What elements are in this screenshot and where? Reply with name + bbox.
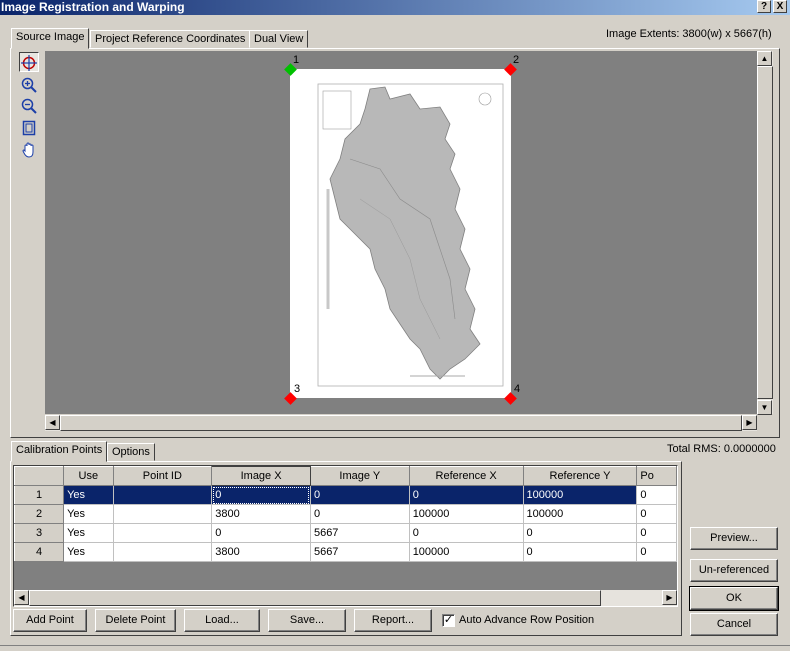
cell-reference-x[interactable]: 0 — [409, 485, 524, 505]
table-row[interactable]: 1 Yes 0 0 0 100000 0 — [14, 485, 677, 505]
cell-reference-x[interactable]: 100000 — [409, 504, 524, 524]
cell-po[interactable]: 0 — [636, 485, 677, 505]
crosshair-icon — [21, 55, 37, 71]
cell-po[interactable]: 0 — [636, 504, 677, 524]
preview-button[interactable]: Preview... — [690, 527, 778, 550]
cell-point-id[interactable] — [113, 523, 213, 543]
report-button[interactable]: Report... — [354, 609, 432, 632]
zoom-out-icon — [21, 98, 37, 114]
source-image — [290, 69, 511, 398]
scroll-up-button[interactable]: ▲ — [757, 51, 772, 66]
corner-header — [14, 466, 65, 486]
unreferenced-button[interactable]: Un-referenced — [690, 559, 778, 582]
cell-reference-y[interactable]: 0 — [523, 523, 638, 543]
column-header-use[interactable]: Use — [63, 466, 114, 486]
title-bar: Image Registration and Warping ? X — [0, 0, 790, 15]
window-title: Image Registration and Warping — [1, 0, 185, 14]
cell-image-x[interactable]: 0 — [211, 485, 311, 505]
table-row[interactable]: 2 Yes 3800 0 100000 100000 0 — [14, 504, 677, 524]
tab-dual-view[interactable]: Dual View — [249, 30, 309, 48]
cell-reference-x[interactable]: 100000 — [409, 542, 524, 562]
cell-reference-x[interactable]: 0 — [409, 523, 524, 543]
grid-scroll-left-button[interactable]: ◀ — [14, 590, 29, 605]
row-number[interactable]: 3 — [14, 523, 65, 543]
scroll-left-button[interactable]: ◀ — [45, 415, 60, 430]
grid-scroll-right-button[interactable]: ▶ — [662, 590, 677, 605]
column-header-point-id[interactable]: Point ID — [112, 466, 213, 486]
image-extents: Image Extents: 3800(w) x 5667(h) — [606, 28, 772, 40]
save-button[interactable]: Save... — [268, 609, 346, 632]
auto-advance-label: Auto Advance Row Position — [459, 614, 595, 626]
zoom-in-icon — [21, 77, 37, 93]
scroll-right-button[interactable]: ▶ — [742, 415, 757, 430]
zoom-in-tool[interactable] — [19, 75, 39, 95]
cell-reference-y[interactable]: 100000 — [523, 504, 638, 524]
column-header-reference-x[interactable]: Reference X — [408, 466, 524, 486]
total-rms: Total RMS: 0.0000000 — [667, 443, 776, 455]
grid-horizontal-thumb[interactable] — [29, 590, 601, 606]
auto-advance-checkbox[interactable]: ✓ — [442, 614, 455, 627]
load-button[interactable]: Load... — [184, 609, 260, 632]
column-header-image-y[interactable]: Image Y — [309, 466, 410, 486]
cell-reference-y[interactable]: 0 — [523, 542, 638, 562]
window-bottom-edge — [0, 645, 790, 651]
tab-options[interactable]: Options — [107, 443, 155, 461]
calibration-table: Use Point ID Image X Image Y Reference X… — [14, 466, 677, 562]
cell-image-y[interactable]: 5667 — [310, 542, 410, 562]
cell-use[interactable]: Yes — [63, 485, 114, 505]
cell-use[interactable]: Yes — [63, 542, 114, 562]
cancel-button[interactable]: Cancel — [690, 613, 778, 636]
add-point-tool[interactable] — [19, 52, 39, 72]
scanned-map-image — [317, 83, 504, 387]
tab-source-image[interactable]: Source Image — [11, 28, 90, 49]
cell-image-y[interactable]: 0 — [310, 504, 410, 524]
cell-reference-y[interactable]: 100000 — [523, 485, 638, 505]
marker-4-label: 4 — [514, 383, 521, 395]
cell-po[interactable]: 0 — [636, 542, 677, 562]
close-button[interactable]: X — [773, 0, 787, 13]
cell-image-y[interactable]: 5667 — [310, 523, 410, 543]
marker-1-label: 1 — [293, 54, 300, 66]
cell-po[interactable]: 0 — [636, 523, 677, 543]
column-header-po[interactable]: Po — [636, 466, 677, 486]
pan-hand-icon — [22, 142, 34, 158]
cell-point-id[interactable] — [113, 542, 213, 562]
add-point-button[interactable]: Add Point — [13, 609, 87, 632]
zoom-extent-tool[interactable] — [19, 118, 39, 138]
tab-calibration-points[interactable]: Calibration Points — [11, 441, 108, 462]
cell-image-y[interactable]: 0 — [310, 485, 410, 505]
table-row[interactable]: 3 Yes 0 5667 0 0 0 — [14, 523, 677, 543]
delete-point-button[interactable]: Delete Point — [95, 609, 176, 632]
image-canvas[interactable]: 1 2 3 4 — [45, 51, 757, 414]
column-header-reference-y[interactable]: Reference Y — [522, 466, 638, 486]
scroll-down-button[interactable]: ▼ — [757, 400, 772, 415]
cell-use[interactable]: Yes — [63, 504, 114, 524]
cell-image-x[interactable]: 0 — [211, 523, 311, 543]
pan-tool[interactable] — [19, 140, 39, 160]
column-header-image-x[interactable]: Image X — [211, 466, 311, 486]
ok-button[interactable]: OK — [689, 586, 779, 611]
zoom-extent-icon — [22, 120, 36, 136]
row-number[interactable]: 2 — [14, 504, 65, 524]
table-row[interactable]: 4 Yes 3800 5667 100000 0 0 — [14, 542, 677, 562]
row-number[interactable]: 4 — [14, 542, 65, 562]
cell-image-x[interactable]: 3800 — [211, 504, 311, 524]
cell-point-id[interactable] — [113, 485, 213, 505]
tab-project-reference-coordinates[interactable]: Project Reference Coordinates — [90, 30, 251, 48]
row-number[interactable]: 1 — [14, 485, 65, 505]
cell-use[interactable]: Yes — [63, 523, 114, 543]
zoom-out-tool[interactable] — [19, 96, 39, 116]
canvas-vertical-thumb[interactable] — [757, 66, 773, 399]
cell-image-x[interactable]: 3800 — [211, 542, 311, 562]
help-button[interactable]: ? — [757, 0, 771, 13]
canvas-horizontal-thumb[interactable] — [60, 415, 742, 431]
calibration-points-grid[interactable]: Use Point ID Image X Image Y Reference X… — [13, 465, 678, 607]
table-header: Use Point ID Image X Image Y Reference X… — [14, 466, 677, 486]
cell-point-id[interactable] — [113, 504, 213, 524]
marker-3-label: 3 — [294, 383, 301, 395]
marker-2-label: 2 — [513, 54, 520, 66]
